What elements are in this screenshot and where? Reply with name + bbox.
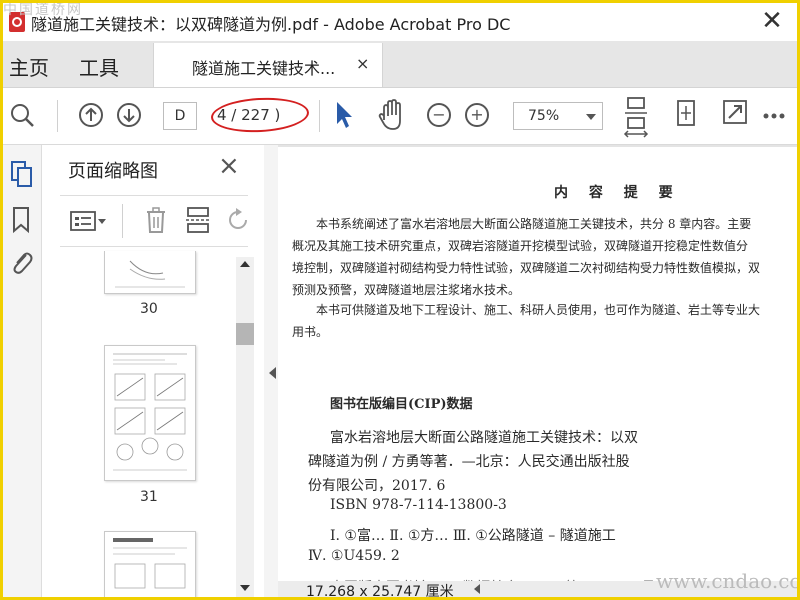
thumbnails-panel: 页面缩略图 × 30 31 <box>42 145 265 597</box>
watermark-bottom-right: www.cndao.com <box>656 569 797 593</box>
page-number-input[interactable]: D <box>163 102 197 130</box>
scrollbar-thumb[interactable] <box>236 323 254 345</box>
zoom-in-icon[interactable]: + <box>465 103 489 127</box>
app-window: 隧道施工关键技术：以双碑隧道为例.pdf - Adobe Acrobat Pro… <box>0 0 800 600</box>
bookmarks-icon[interactable] <box>11 205 33 235</box>
close-icon[interactable]: × <box>218 151 240 181</box>
cip-line: 份有限公司，2017. 6 <box>308 478 446 494</box>
scroll-up-icon[interactable] <box>240 261 250 267</box>
navigation-rail <box>3 145 42 597</box>
attachments-icon[interactable] <box>9 247 35 277</box>
summary-line: 预测及预警，双碑隧道地层注浆堵水技术。 <box>292 283 521 297</box>
scroll-left-icon[interactable] <box>474 584 480 594</box>
cip-line: Ⅰ. ①富… Ⅱ. ①方… Ⅲ. ①公路隧道 – 隧道施工 <box>330 528 616 544</box>
summary-line: 本书系统阐述了富水岩溶地层大断面公路隧道施工关键技术，共分 8 章内容。主要 <box>316 217 752 231</box>
cip-line: Ⅳ. ①U459. 2 <box>308 548 400 564</box>
main-toolbar: D 4 / 227 ) − + 75% <box>3 88 797 145</box>
document-tab-label: 隧道施工关键技术... <box>192 59 336 78</box>
tab-tools[interactable]: 工具 <box>79 52 119 81</box>
summary-line: 境控制，双碑隧道衬砌结构受力特性试验，双碑隧道二次衬砌结构受力特性数值模拟，双 <box>292 261 761 275</box>
thumbnail-label: 31 <box>140 489 158 505</box>
thumbnail-label: 30 <box>140 301 158 317</box>
thumbnail-page-32[interactable] <box>104 531 196 597</box>
page-size-readout: 17.268 x 25.747 厘米 <box>306 584 454 600</box>
tab-bar: 主页 工具 隧道施工关键技术... × <box>3 41 797 88</box>
zoom-out-icon[interactable]: − <box>427 103 451 127</box>
page-down-icon[interactable] <box>117 103 141 127</box>
search-icon[interactable] <box>7 88 37 144</box>
thumbnails-toolbar <box>60 195 248 247</box>
page-thumbnails-icon[interactable] <box>9 159 35 189</box>
toolbar-separator <box>122 204 123 238</box>
chevron-down-icon <box>586 114 596 120</box>
select-arrow-icon[interactable] <box>331 88 355 144</box>
scroll-down-icon[interactable] <box>240 585 250 591</box>
scroll-mode-icon[interactable] <box>671 88 701 144</box>
extract-pages-icon[interactable] <box>184 206 212 234</box>
toolbar-separator <box>57 100 58 132</box>
page-up-icon[interactable] <box>79 103 103 127</box>
trash-icon[interactable] <box>144 206 168 234</box>
hand-icon[interactable] <box>375 88 407 144</box>
watermark-top-left: 中国道桥网 <box>3 2 83 18</box>
summary-line: 本书可供隧道及地下工程设计、施工、科研人员使用，也可作为隧道、岩土等专业大 <box>316 303 761 317</box>
summary-line: 用书。 <box>292 325 329 339</box>
summary-heading: 内 容 提 要 <box>554 185 681 201</box>
thumbnails-scrollbar[interactable] <box>236 257 254 597</box>
rotate-icon[interactable] <box>224 206 252 234</box>
collapse-panel-icon[interactable] <box>269 367 276 379</box>
more-icon[interactable] <box>759 88 789 144</box>
toolbar-separator <box>319 100 320 132</box>
thumbnail-options-icon[interactable] <box>70 208 108 234</box>
thumbnails-panel-title: 页面缩略图 <box>68 161 158 182</box>
window-title: 隧道施工关键技术：以双碑隧道为例.pdf - Adobe Acrobat Pro… <box>31 15 511 34</box>
zoom-value: 75% <box>528 108 560 124</box>
document-tab[interactable]: 隧道施工关键技术... × <box>153 43 383 87</box>
fit-width-icon[interactable] <box>621 88 651 144</box>
zoom-select[interactable]: 75% <box>513 102 603 130</box>
tab-home[interactable]: 主页 <box>9 52 49 81</box>
pdf-page: 内 容 提 要 本书系统阐述了富水岩溶地层大断面公路隧道施工关键技术，共分 8 … <box>278 147 797 597</box>
thumbnail-page-31[interactable] <box>104 345 196 481</box>
thumbnail-page-30[interactable] <box>104 251 196 294</box>
document-viewport: 内 容 提 要 本书系统阐述了富水岩溶地层大断面公路隧道施工关键技术，共分 8 … <box>278 145 797 597</box>
annotation-circle <box>210 95 310 135</box>
cip-title: 图书在版编目(CIP)数据 <box>330 397 473 412</box>
cip-line: ISBN 978-7-114-13800-3 <box>330 497 507 513</box>
document-tab-close-button[interactable]: × <box>356 54 369 73</box>
window-close-button[interactable]: ✕ <box>757 7 787 37</box>
cip-line: 碑隧道为例 / 方勇等著．—北京：人民交通出版社股 <box>308 454 630 470</box>
fullscreen-icon[interactable] <box>719 88 749 144</box>
title-bar: 隧道施工关键技术：以双碑隧道为例.pdf - Adobe Acrobat Pro… <box>3 3 797 41</box>
cip-line: 富水岩溶地层大断面公路隧道施工关键技术：以双 <box>330 430 638 446</box>
summary-line: 概况及其施工技术研究重点，双碑岩溶隧道开挖模型试验，双碑隧道开挖稳定性数值分 <box>292 239 749 253</box>
